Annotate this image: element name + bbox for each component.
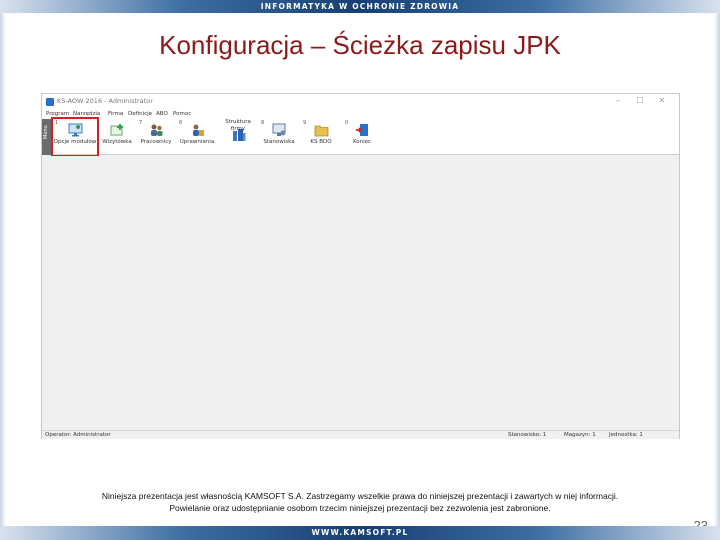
status-unit: Jednostka: 1 [609, 432, 643, 438]
toolbar-wizytowka-button[interactable]: Wizytówka [99, 119, 135, 155]
app-logo-icon [46, 98, 54, 106]
workspace-area [42, 156, 679, 430]
maximize-button[interactable]: ☐ [629, 96, 651, 105]
menu-narzedzia[interactable]: Narzędzia [73, 111, 100, 117]
toolbar-opcje-modulow-button[interactable]: 1 Opcje modułów [51, 117, 99, 157]
left-frame-shadow [0, 13, 6, 526]
toolbar-grip[interactable]: Menu [42, 119, 52, 155]
menu-program[interactable]: Program [46, 111, 69, 117]
status-bar: Operator: Administrator Stanowisko: 1 Ma… [42, 430, 679, 439]
window-title: KS-AOW 2016 - Administrator [57, 97, 153, 105]
permissions-icon [193, 124, 204, 136]
close-button[interactable]: ✕ [651, 96, 673, 105]
toolbar: Menu 1 Opcje modułów Wizytówka 7 Pracown… [42, 117, 679, 157]
status-operator: Operator: Administrator [45, 432, 111, 438]
exit-door-icon [356, 124, 368, 136]
right-frame-shadow [714, 13, 720, 526]
menu-pomoc[interactable]: Pomoc [173, 111, 191, 117]
window-controls: – ☐ ✕ [607, 96, 673, 105]
workstation-icon [272, 123, 286, 136]
status-workstation: Stanowisko: 1 [508, 432, 547, 438]
options-monitor-icon [68, 123, 83, 137]
menu-firma[interactable]: Firma [108, 111, 123, 117]
card-plus-icon [110, 124, 123, 136]
employees-icon [151, 124, 163, 136]
folder-icon [314, 125, 329, 137]
menu-bar: Program Narzędzia Firma Definicje ABO Po… [42, 110, 679, 119]
bottom-banner-text: WWW.KAMSOFT.PL [311, 528, 409, 537]
toolbar-uprawnienia-button[interactable]: 6 Uprawnienia [177, 119, 217, 155]
menu-abo[interactable]: ABO [156, 111, 168, 117]
top-banner-text: INFORMATYKA W OCHRONIE ZDROWIA [260, 2, 460, 11]
app-window: KS-AOW 2016 - Administrator – ☐ ✕ Program … [41, 93, 680, 439]
window-titlebar: KS-AOW 2016 - Administrator – ☐ ✕ [42, 94, 679, 110]
toolbar-koniec-button[interactable]: 0 Koniec [343, 119, 381, 155]
minimize-button[interactable]: – [607, 96, 629, 105]
toolbar-stanowiska-button[interactable]: 8 Stanowiska [259, 119, 299, 155]
copyright-footer: Niniejsza prezentacja jest własnością KA… [60, 490, 660, 514]
copyright-line-2: Powielanie oraz udostępnianie osobom trz… [169, 503, 551, 513]
toolbar-ks-bdo-button[interactable]: 9 KS BDO [301, 119, 341, 155]
toolbar-struktura-firmy-button[interactable]: Struktura firmy [219, 119, 257, 155]
status-warehouse: Magazyn: 1 [564, 432, 596, 438]
menu-definicje[interactable]: Definicje [128, 111, 152, 117]
copyright-line-1: Niniejsza prezentacja jest własnością KA… [101, 491, 619, 501]
slide-title: Konfiguracja – Ścieżka zapisu JPK [159, 30, 561, 60]
toolbar-pracownicy-button[interactable]: 7 Pracownicy [137, 119, 175, 155]
